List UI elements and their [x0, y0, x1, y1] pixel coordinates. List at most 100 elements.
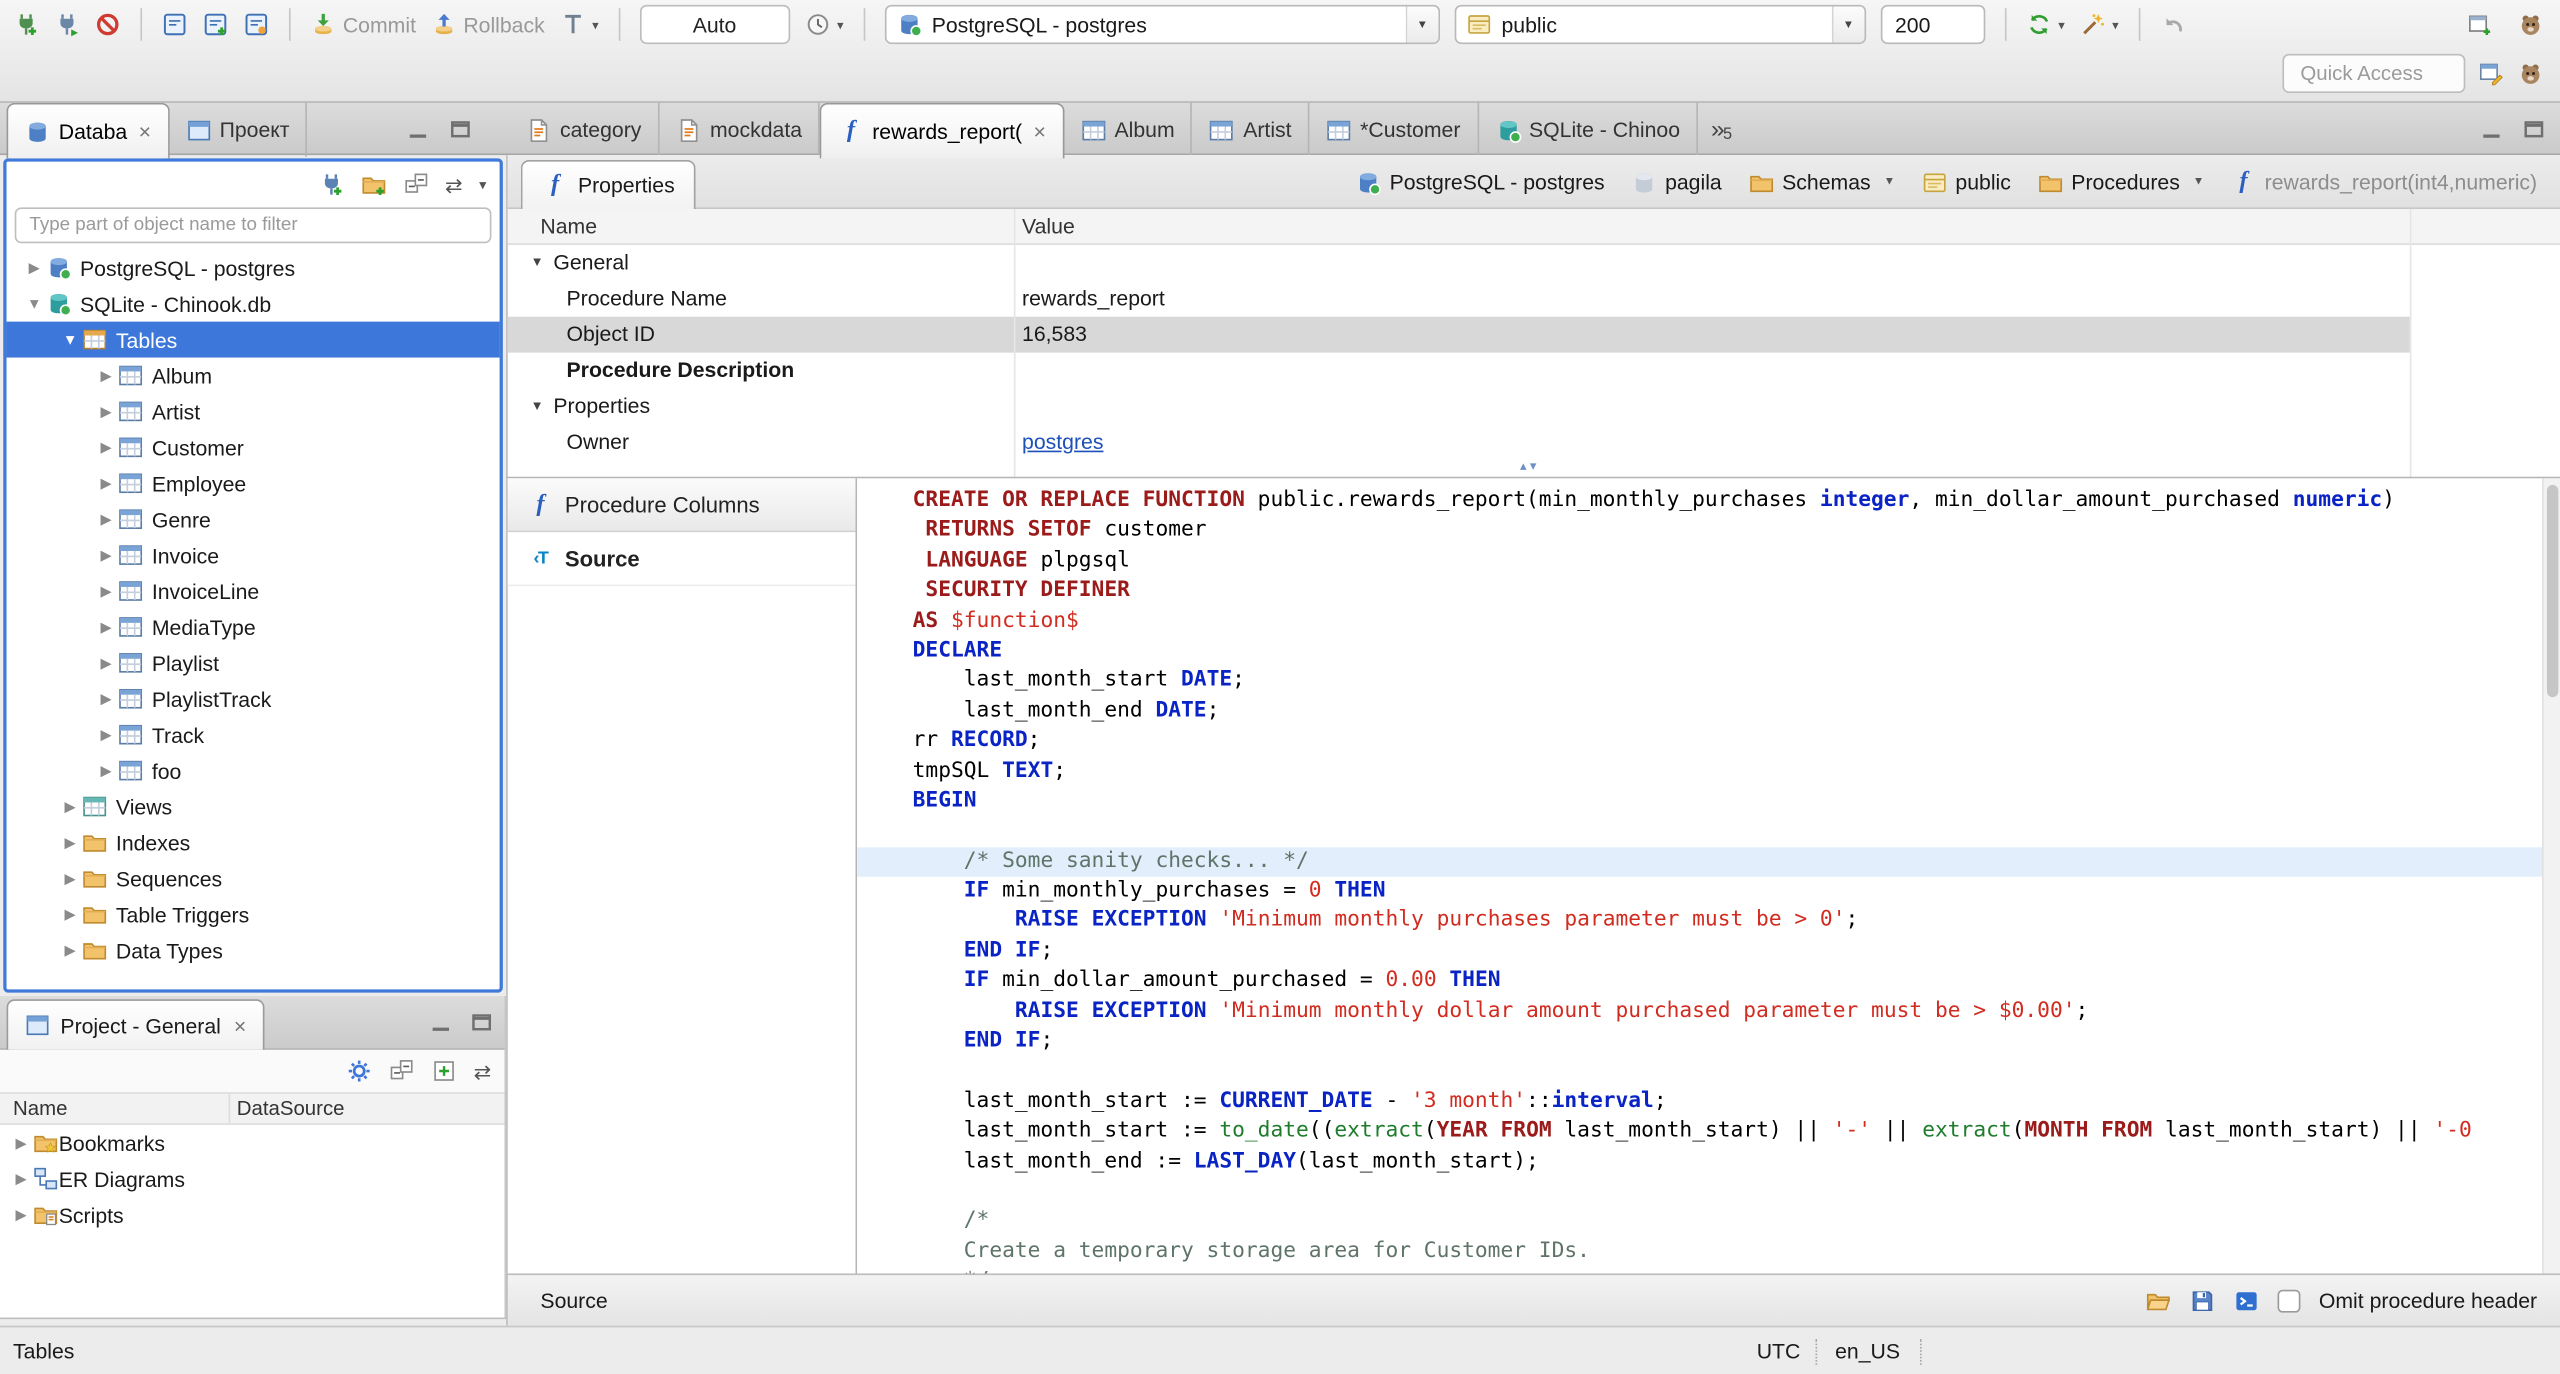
editor-perspective-icon[interactable] — [2478, 60, 2504, 86]
connection-selector[interactable]: PostgreSQL - postgres ▼ — [884, 4, 1440, 45]
rollback-button[interactable]: Rollback — [431, 11, 545, 37]
tree-item-customer[interactable]: ▶ Customer — [7, 429, 500, 465]
tree-item-sqlite-chinook-db[interactable]: ▼ SQLite - Chinook.db — [7, 286, 500, 322]
collapsed-arrow-icon[interactable]: ▶ — [59, 905, 82, 923]
view-menu-icon[interactable]: ▾ — [479, 176, 486, 192]
tree-item-employee[interactable]: ▶ Employee — [7, 465, 500, 501]
property-row-owner[interactable]: Owner postgres — [508, 424, 2560, 460]
column-header-datasource[interactable]: DataSource — [237, 1097, 345, 1120]
expanded-arrow-icon[interactable]: ▼ — [59, 331, 82, 347]
collapsed-arrow-icon[interactable]: ▶ — [95, 726, 118, 744]
tree-item-album[interactable]: ▶ Album — [7, 358, 500, 394]
sidebar-tab-проект[interactable]: Проект — [169, 102, 308, 157]
editor-tab-mockdata[interactable]: mockdata — [659, 102, 820, 157]
collapsed-arrow-icon[interactable]: ▶ — [59, 941, 82, 959]
editor-tab-category[interactable]: category — [509, 102, 660, 157]
expanded-arrow-icon[interactable]: ▼ — [23, 296, 46, 312]
collapse-all-icon[interactable] — [403, 171, 429, 197]
chevron-down-icon[interactable]: ▼ — [2193, 176, 2204, 187]
minimize-view-icon[interactable] — [405, 116, 431, 142]
tree-item-views[interactable]: ▶ Views — [7, 789, 500, 825]
collapsed-arrow-icon[interactable]: ▶ — [95, 546, 118, 564]
tree-item-playlisttrack[interactable]: ▶ PlaylistTrack — [7, 681, 500, 717]
collapsed-arrow-icon[interactable]: ▶ — [95, 762, 118, 780]
editor-tab-album[interactable]: Album — [1064, 102, 1193, 157]
collapsed-arrow-icon[interactable]: ▶ — [23, 259, 46, 277]
column-header-name[interactable]: Name — [540, 214, 597, 238]
expanded-arrow-icon[interactable]: ▼ — [531, 245, 544, 281]
breadcrumb-schemas[interactable]: Schemas ▼ — [1748, 169, 1895, 195]
collapsed-arrow-icon[interactable]: ▶ — [10, 1170, 33, 1188]
breadcrumb-public[interactable]: public — [1921, 169, 2011, 195]
load-from-file-icon[interactable] — [2146, 1287, 2172, 1313]
tree-item-sequences[interactable]: ▶ Sequences — [7, 860, 500, 896]
undo-icon[interactable] — [2160, 11, 2186, 37]
tree-item-indexes[interactable]: ▶ Indexes — [7, 824, 500, 860]
column-header-value[interactable]: Value — [1022, 214, 1075, 238]
collapsed-arrow-icon[interactable]: ▶ — [95, 474, 118, 492]
property-row-general[interactable]: ▼ General — [508, 245, 2560, 281]
collapsed-arrow-icon[interactable]: ▶ — [95, 367, 118, 385]
editor-tab-rewards-report[interactable]: f rewards_report(× — [819, 102, 1064, 159]
timezone-indicator[interactable]: UTC — [1757, 1339, 1801, 1363]
scrollbar-thumb[interactable] — [2546, 484, 2559, 698]
link-with-editor-icon[interactable]: ⇄ — [445, 174, 463, 195]
subtab-source[interactable]: ‹T Source — [507, 532, 856, 587]
property-row-procedure-description[interactable]: Procedure Description — [508, 353, 2560, 389]
omit-procedure-header-checkbox[interactable] — [2278, 1288, 2301, 1312]
generate-sql-button[interactable]: ▾ — [2079, 11, 2119, 37]
property-row-object-id[interactable]: Object ID 16,583 — [507, 316, 2410, 353]
property-row-properties[interactable]: ▼ Properties — [508, 389, 2560, 425]
collapsed-arrow-icon[interactable]: ▶ — [10, 1206, 33, 1224]
new-sql-editor-icon[interactable] — [202, 11, 228, 37]
owner-link[interactable]: postgres — [1022, 429, 1103, 453]
collapse-all-icon[interactable] — [389, 1058, 415, 1084]
editor-tab-customer[interactable]: *Customer — [1310, 102, 1479, 157]
tree-item-tables[interactable]: ▼ Tables — [6, 321, 500, 358]
recent-sql-editor-icon[interactable] — [243, 11, 269, 37]
sash-collapse-icon[interactable]: ▴▾ — [1520, 459, 1540, 474]
fetch-size-input[interactable]: 200 — [1880, 4, 1985, 45]
auto-refresh-button[interactable]: ▾ — [2026, 11, 2065, 37]
collapsed-arrow-icon[interactable]: ▶ — [95, 402, 118, 420]
navigator-filter-input[interactable]: Type part of object name to filter — [14, 207, 492, 244]
collapsed-arrow-icon[interactable]: ▶ — [59, 833, 82, 851]
maximize-editor-icon[interactable] — [2521, 116, 2547, 142]
collapsed-arrow-icon[interactable]: ▶ — [59, 798, 82, 816]
locale-indicator[interactable]: en_US — [1835, 1339, 1900, 1363]
dropdown-arrow-icon[interactable]: ▼ — [1405, 6, 1438, 43]
sidebar-tab-databa[interactable]: Databa × — [6, 102, 170, 159]
auto-refresh-timer-button[interactable]: ▾ — [804, 11, 844, 37]
quick-access-input[interactable]: Quick Access — [2282, 53, 2466, 94]
project-general-tab[interactable]: Project - General × — [6, 999, 265, 1050]
open-perspective-icon[interactable] — [2467, 11, 2493, 37]
tree-item-genre[interactable]: ▶ Genre — [7, 501, 500, 537]
tree-item-table-triggers[interactable]: ▶ Table Triggers — [7, 896, 500, 932]
tree-item-mediatype[interactable]: ▶ MediaType — [7, 609, 500, 645]
transaction-log-button[interactable]: ▾ — [559, 11, 599, 37]
save-to-file-icon[interactable] — [2190, 1287, 2216, 1313]
collapsed-arrow-icon[interactable]: ▶ — [95, 654, 118, 672]
project-item-scripts[interactable]: ▶ Scripts — [0, 1197, 504, 1233]
editor-tab-sqlite-chinoo[interactable]: SQLite - Chinoo — [1478, 102, 1698, 157]
collapsed-arrow-icon[interactable]: ▶ — [10, 1134, 33, 1152]
source-code-viewer[interactable]: CREATE OR REPLACE FUNCTION public.reward… — [857, 478, 2560, 1274]
open-in-sql-console-icon[interactable] — [2234, 1287, 2260, 1313]
disconnect-icon[interactable] — [95, 11, 121, 37]
close-tab-icon[interactable]: × — [1033, 119, 1045, 143]
close-tab-icon[interactable]: × — [139, 119, 151, 143]
chevron-down-icon[interactable]: ▼ — [1884, 176, 1895, 187]
tree-item-data-types[interactable]: ▶ Data Types — [7, 932, 500, 968]
minimize-view-icon[interactable] — [428, 1009, 454, 1035]
collapsed-arrow-icon[interactable]: ▶ — [95, 438, 118, 456]
hidden-tabs-indicator[interactable]: » 5 — [1711, 103, 1732, 157]
expand-all-icon[interactable] — [431, 1058, 457, 1084]
tree-item-artist[interactable]: ▶ Artist — [7, 393, 500, 429]
auto-commit-button[interactable]: Auto — [639, 4, 790, 45]
new-connection-icon[interactable] — [13, 11, 39, 37]
tree-item-invoiceline[interactable]: ▶ InvoiceLine — [7, 573, 500, 609]
tree-item-track[interactable]: ▶ Track — [7, 717, 500, 753]
maximize-view-icon[interactable] — [447, 116, 473, 142]
tree-item-invoice[interactable]: ▶ Invoice — [7, 537, 500, 573]
tree-item-postgresql-postgres[interactable]: ▶ PostgreSQL - postgres — [7, 250, 500, 286]
